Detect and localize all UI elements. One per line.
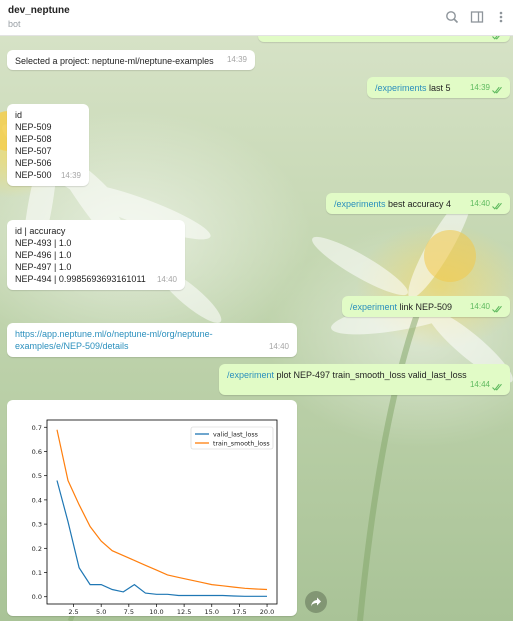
message-bubble-incoming[interactable]: Selected a project: neptune-ml/neptune-e… (7, 50, 255, 70)
message-bubble-incoming[interactable]: id | accuracy NEP-493 | 1.0 NEP-496 | 1.… (7, 220, 185, 290)
message-time: 14:39 (469, 83, 490, 92)
more-icon[interactable] (494, 10, 508, 24)
message-line: NEP-493 | 1.0 (15, 238, 72, 248)
message-bubble-incoming[interactable]: id NEP-509 NEP-508 NEP-507 NEP-506 NEP-5… (7, 104, 89, 186)
message-line: NEP-494 | 0.9985693693161011 (15, 274, 146, 284)
message-time: 14:44 (469, 380, 490, 389)
x-tick-label: 5.0 (96, 608, 106, 616)
x-axis-ticks: 2.5 5.0 7.5 10.0 12.5 15.0 17.5 20.0 (68, 604, 274, 616)
series-line-train-smooth-loss (56, 429, 268, 591)
y-tick-label: 0.7 (32, 424, 42, 432)
x-tick-label: 20.0 (260, 608, 274, 616)
message-time: 14:39 (60, 171, 81, 180)
message-time: 14:39 (226, 55, 247, 64)
message-line: id (15, 110, 23, 120)
message-line: NEP-497 | 1.0 (15, 262, 72, 272)
message-text: last 5 (426, 83, 451, 93)
message-time: 14:40 (268, 342, 289, 351)
share-arrow-icon (311, 597, 321, 607)
url-link[interactable]: examples/e/NEP-509/details (15, 340, 289, 352)
y-tick-label: 0.0 (32, 593, 42, 601)
message-bubble-outgoing[interactable]: /experiments best accuracy 4 14:40 (326, 193, 510, 214)
message-line: NEP-509 (15, 122, 52, 132)
double-check-icon (492, 202, 502, 210)
double-check-icon (492, 86, 502, 94)
chat-subtitle: bot (8, 19, 21, 29)
series-lines (56, 429, 268, 597)
message-bubble-outgoing[interactable]: /experiments last 5 14:39 (367, 77, 510, 98)
x-tick-label: 10.0 (149, 608, 163, 616)
y-tick-label: 0.1 (32, 569, 42, 577)
x-tick-label: 17.5 (232, 608, 246, 616)
url-link[interactable]: https://app.neptune.ml/o/neptune-ml/org/… (15, 328, 289, 340)
x-tick-label: 12.5 (177, 608, 191, 616)
message-line: NEP-496 | 1.0 (15, 250, 72, 260)
message-text: plot NEP-497 train_smooth_loss valid_las… (274, 370, 467, 380)
message-bubble-incoming[interactable]: https://app.neptune.ml/o/neptune-ml/org/… (7, 323, 297, 357)
y-tick-label: 0.2 (32, 545, 42, 553)
message-bubble-outgoing[interactable]: /experiment plot NEP-497 train_smooth_lo… (219, 364, 510, 395)
x-tick-label: 2.5 (68, 608, 78, 616)
y-tick-label: 0.3 (32, 521, 42, 529)
y-axis-ticks: 0.0 0.1 0.2 0.3 0.4 0.5 0.6 0.7 (32, 424, 47, 601)
series-line-valid-last-loss (56, 480, 267, 597)
message-time: 14:40 (469, 302, 490, 311)
message-line: NEP-507 (15, 146, 52, 156)
sidebar-toggle-icon[interactable] (470, 10, 484, 24)
search-icon[interactable] (445, 10, 459, 24)
message-text: Selected a project: neptune-ml/neptune-e… (15, 56, 214, 66)
double-check-icon (492, 383, 502, 391)
message-time: 14:40 (469, 199, 490, 208)
message-line: id | accuracy (15, 226, 66, 236)
bot-command-link[interactable]: /experiment (350, 302, 397, 312)
forward-share-button[interactable] (305, 591, 327, 613)
bot-command-link[interactable]: /experiments (334, 199, 386, 209)
message-line: NEP-508 (15, 134, 52, 144)
double-check-icon (492, 305, 502, 313)
chart-legend: valid_last_loss train_smooth_loss (190, 426, 274, 450)
message-bubble-outgoing[interactable]: /experiment link NEP-509 14:40 (342, 296, 510, 317)
y-tick-label: 0.4 (32, 496, 42, 504)
message-line: NEP-506 (15, 158, 52, 168)
chat-title[interactable]: dev_neptune (8, 5, 70, 16)
x-tick-label: 15.0 (205, 608, 219, 616)
bot-command-link[interactable]: /experiment (227, 370, 274, 380)
bot-command-link[interactable]: /experiments (375, 83, 427, 93)
message-text: best accuracy 4 (385, 199, 452, 209)
message-time: 14:40 (156, 275, 177, 284)
loss-line-chart: 0.0 0.1 0.2 0.3 0.4 0.5 0.6 0.7 2.5 5.0 7.5 10.0 12… (32, 419, 278, 616)
plot-image-message[interactable]: 0.0 0.1 0.2 0.3 0.4 0.5 0.6 0.7 2.5 5.0 7.5 10.0 12… (7, 400, 297, 616)
y-tick-label: 0.6 (32, 448, 42, 456)
y-tick-label: 0.5 (32, 472, 42, 480)
legend-label: valid_last_loss (213, 431, 258, 438)
x-tick-label: 7.5 (124, 608, 134, 616)
legend-label: train_smooth_loss (213, 440, 270, 447)
message-text: link NEP-509 (397, 302, 453, 312)
chat-header: dev_neptune bot (0, 0, 513, 36)
